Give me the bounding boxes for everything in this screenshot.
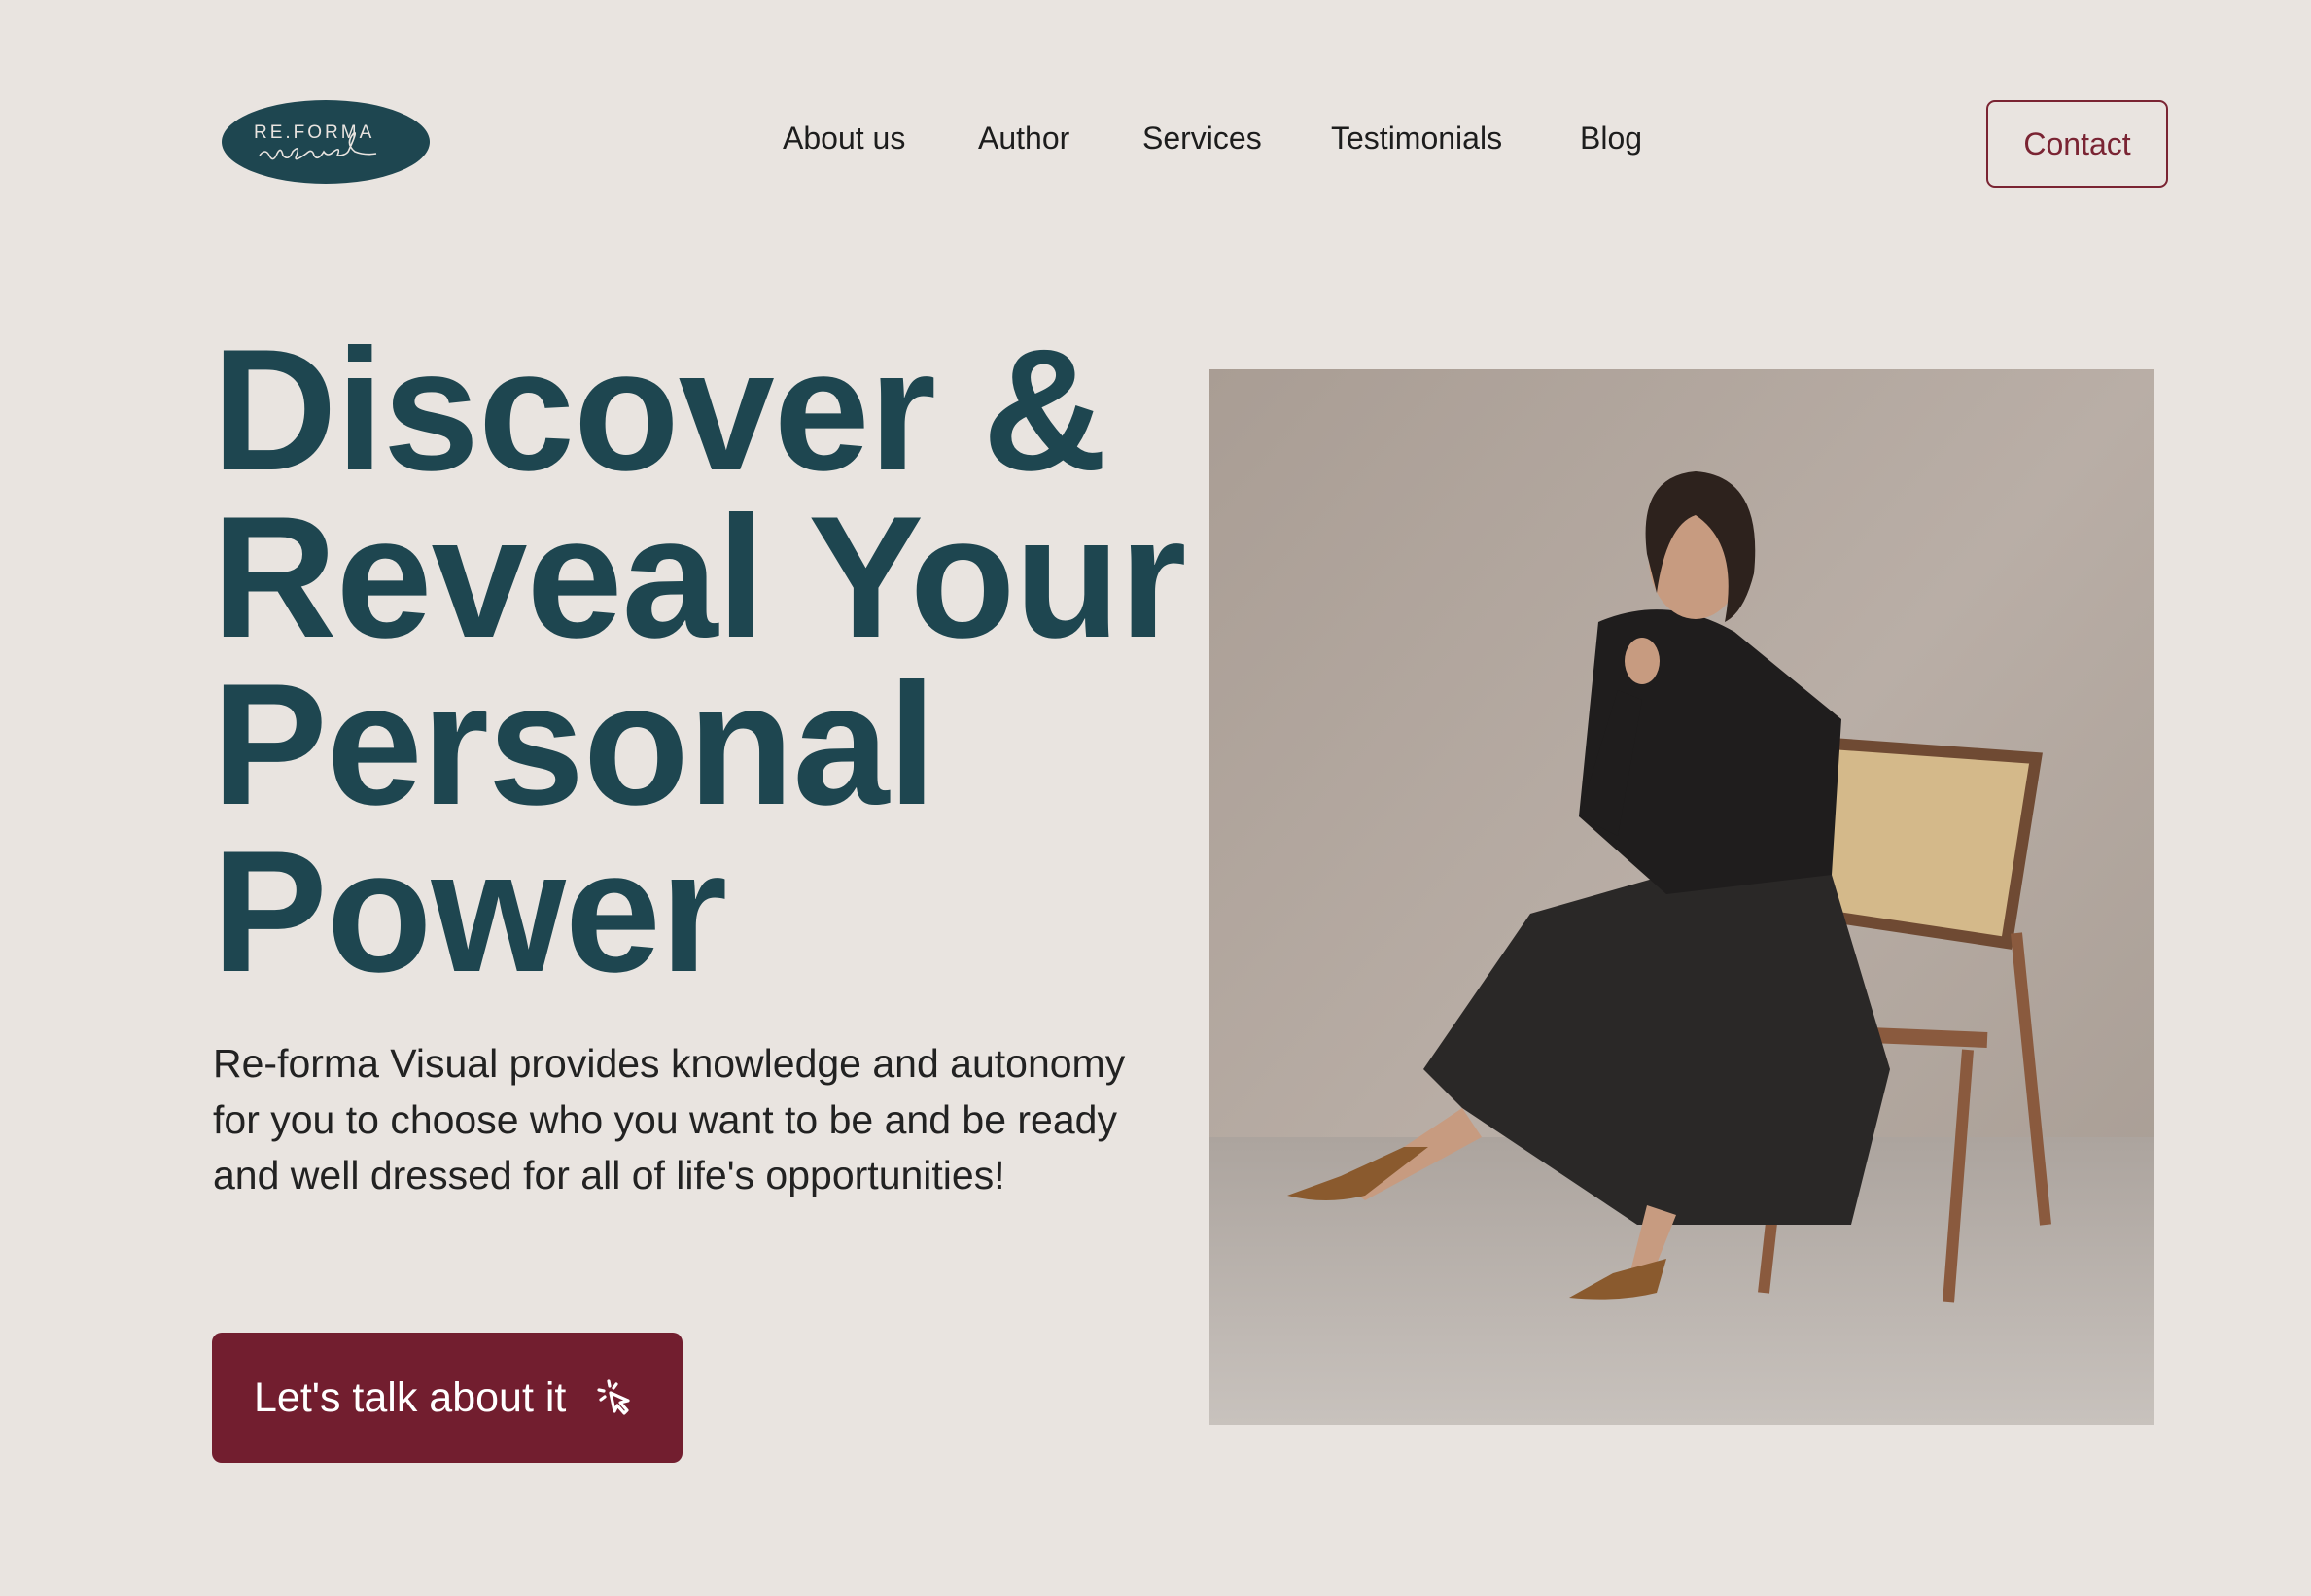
nav-author[interactable]: Author bbox=[978, 121, 1069, 156]
headline-line: Personal bbox=[212, 647, 936, 841]
nav-blog[interactable]: Blog bbox=[1580, 121, 1642, 156]
headline-line: Power bbox=[212, 815, 727, 1008]
svg-text:RE.FORMA: RE.FORMA bbox=[254, 122, 374, 143]
hero-headline: Discover & Reveal Your Personal Power bbox=[212, 313, 1186, 1008]
headline-line: Discover & bbox=[212, 313, 1107, 506]
nav-about-us[interactable]: About us bbox=[783, 121, 905, 156]
cta-label: Let's talk about it bbox=[254, 1373, 567, 1421]
nav-testimonials[interactable]: Testimonials bbox=[1331, 121, 1502, 156]
logo[interactable]: RE.FORMA bbox=[221, 99, 431, 185]
hero-photo bbox=[1209, 369, 2154, 1425]
headline-line: Reveal Your bbox=[212, 480, 1186, 674]
cursor-click-icon bbox=[597, 1379, 630, 1415]
contact-button[interactable]: Contact bbox=[1986, 100, 2168, 188]
hero-lead: Re-forma Visual provides knowledge and a… bbox=[213, 1041, 1126, 1197]
nav-services[interactable]: Services bbox=[1142, 121, 1262, 156]
lets-talk-button[interactable]: Let's talk about it bbox=[212, 1333, 683, 1463]
